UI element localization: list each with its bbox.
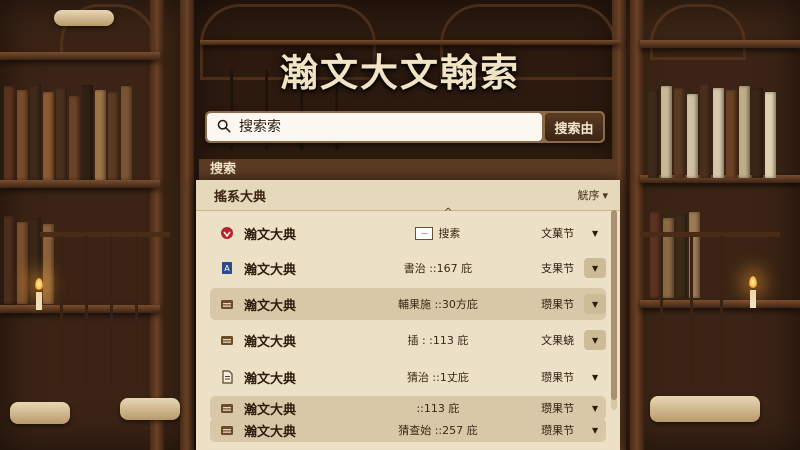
caret-down-icon: ▼ xyxy=(592,299,599,309)
result-tag: 支果节 xyxy=(541,262,575,275)
caret-down-icon: ▼ xyxy=(592,372,599,382)
caret-down-icon: ▼ xyxy=(592,403,599,413)
brush xyxy=(690,236,693,386)
folder-icon xyxy=(220,401,234,415)
book-row xyxy=(4,216,54,304)
caret-down-icon: ▼ xyxy=(592,335,599,345)
result-detail: 搜素 xyxy=(438,227,461,240)
row-expand-button[interactable]: ▼ xyxy=(584,330,607,350)
brush xyxy=(660,236,663,386)
result-detail: ::113 庇 xyxy=(416,402,460,415)
scrollbar-thumb[interactable] xyxy=(611,210,617,400)
caret-down-icon: ▼ xyxy=(592,425,599,435)
candle xyxy=(36,292,42,310)
book-row xyxy=(4,84,132,180)
folder-icon xyxy=(220,297,234,311)
result-tag: 瓒果节 xyxy=(541,402,575,415)
results-subheader-label: 搖系大典 xyxy=(214,189,267,205)
result-tag: 文果蛲 xyxy=(541,334,575,347)
result-title: 瀚文大典 xyxy=(244,227,297,243)
svg-text:A: A xyxy=(224,264,230,273)
caret-down-icon: ▼ xyxy=(592,263,599,273)
results-scrollbar[interactable] xyxy=(611,210,617,410)
result-row[interactable]: A 瀚文大典 書治 ::167 庇 支果节 ▼ xyxy=(210,252,607,284)
scroll xyxy=(120,398,180,420)
row-expand-button[interactable]: ▼ xyxy=(584,367,606,387)
result-title: 瀚文大典 xyxy=(244,402,297,418)
folder-icon xyxy=(220,333,234,347)
search-button[interactable]: 搜索由 xyxy=(545,113,603,141)
folder-icon xyxy=(220,423,234,437)
search-icon xyxy=(217,118,231,137)
result-row[interactable]: 瀚文大典 插 : :113 庇 文果蛲 ▼ xyxy=(210,324,607,356)
row-expand-button[interactable]: ▼ xyxy=(584,398,606,418)
row-expand-button[interactable]: ▼ xyxy=(584,420,606,440)
result-tag: 瓒果节 xyxy=(541,424,575,437)
book-row xyxy=(648,84,776,178)
search-bar: 搜索由 xyxy=(205,111,605,143)
sort-label: 觥序 xyxy=(577,189,600,202)
result-detail-wrap: — 搜素 xyxy=(363,225,512,241)
row-expand-button[interactable]: ▼ xyxy=(584,223,606,243)
result-title: 瀚文大典 xyxy=(244,334,297,350)
flag-icon: — xyxy=(415,226,434,240)
result-title: 瀚文大典 xyxy=(244,424,297,440)
result-row[interactable]: 瀚文大典 猜治 ::1丈庇 瓒果节 ▼ xyxy=(210,361,606,393)
result-row[interactable]: 瀚文大典 — 搜素 文菓节 ▼ xyxy=(210,217,606,249)
document-icon xyxy=(220,370,234,384)
search-field[interactable] xyxy=(207,113,542,141)
result-detail: 猜查始 ::257 庇 xyxy=(398,424,478,437)
blue-bookmark-icon: A xyxy=(220,261,234,275)
result-detail: 輔果施 ::30方庇 xyxy=(397,298,478,311)
result-title: 瀚文大典 xyxy=(244,371,297,387)
search-input[interactable] xyxy=(237,118,501,136)
result-detail: 猜治 ::1丈庇 xyxy=(406,371,469,384)
candle-flame-icon xyxy=(749,276,757,288)
result-row[interactable]: 瀚文大典 ::113 庇 瓒果节 ▼ xyxy=(210,396,606,420)
candle xyxy=(750,290,756,308)
caret-down-icon: ▼ xyxy=(592,228,599,238)
brush xyxy=(60,236,63,386)
result-detail: 書治 ::167 庇 xyxy=(403,262,473,275)
brush xyxy=(135,236,138,386)
sort-dropdown[interactable]: 觥序 ▾ xyxy=(577,187,608,203)
result-tag: 瓒果节 xyxy=(541,298,575,311)
result-detail: 插 : :113 庇 xyxy=(407,334,469,347)
brush xyxy=(720,236,723,386)
scroll xyxy=(54,10,114,26)
app-title: 瀚文大文翰索 xyxy=(279,50,520,95)
scroll xyxy=(10,402,70,424)
brush xyxy=(85,236,88,386)
caret-down-icon: ▾ xyxy=(602,188,608,202)
brush xyxy=(110,236,113,386)
result-row[interactable]: 瀚文大典 輔果施 ::30方庇 瓒果节 ▼ xyxy=(210,288,607,320)
scroll xyxy=(650,396,760,422)
result-title: 瀚文大典 xyxy=(244,262,297,278)
result-tag: 瓒果节 xyxy=(541,371,575,384)
results-header: 搜索 xyxy=(199,159,617,180)
result-title: 瀚文大典 xyxy=(244,298,297,314)
row-expand-button[interactable]: ▼ xyxy=(584,258,607,278)
results-subheader: 搖系大典 觥序 ▾ xyxy=(196,180,620,211)
shelf xyxy=(0,180,160,188)
row-expand-button[interactable]: ▼ xyxy=(584,294,607,314)
result-row[interactable]: 瀚文大典 猜查始 ::257 庇 瓒果节 ▼ xyxy=(210,418,606,442)
result-tag: 文菓节 xyxy=(541,227,575,240)
heart-shield-icon xyxy=(220,226,234,240)
candle-flame-icon xyxy=(35,278,43,290)
